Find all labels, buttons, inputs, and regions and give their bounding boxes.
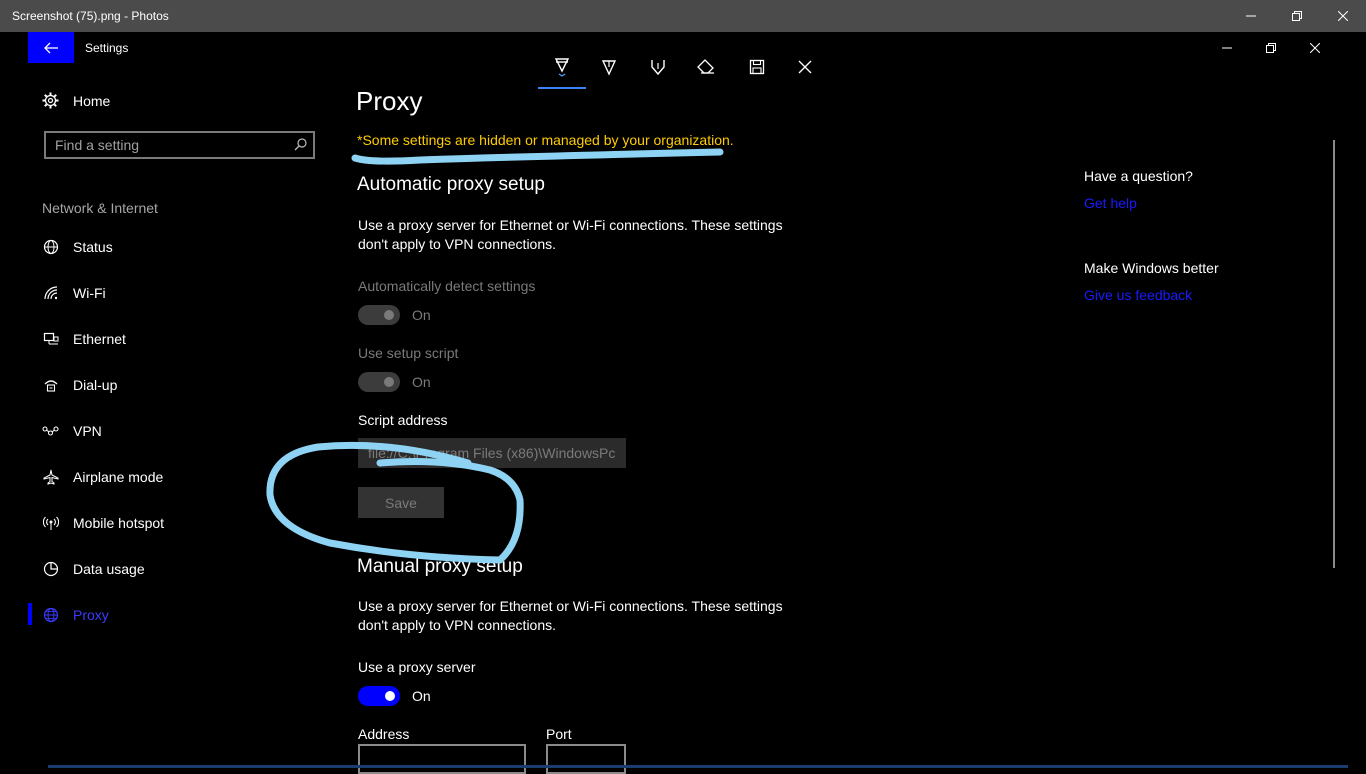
home-label: Home <box>73 92 111 109</box>
page-title: Proxy <box>356 86 423 116</box>
globe-icon <box>43 607 58 623</box>
highlighter-tool[interactable] <box>640 52 676 82</box>
hotspot-icon <box>42 516 59 530</box>
vpn-icon <box>42 426 59 436</box>
pencil-icon <box>601 60 617 76</box>
photos-window-title: Screenshot (75).png - Photos <box>12 9 169 23</box>
auto-detect-toggle[interactable] <box>358 305 400 325</box>
sidebar-item-label: Mobile hotspot <box>73 515 165 531</box>
use-proxy-toggle[interactable] <box>358 686 400 706</box>
sidebar-item-mobile-hotspot[interactable]: Mobile hotspot <box>42 513 164 533</box>
script-address-input[interactable] <box>358 438 626 468</box>
close-icon <box>1338 11 1348 21</box>
sidebar-item-label: Dial-up <box>73 377 118 393</box>
wifi-icon <box>43 286 57 300</box>
sidebar-item-label: Ethernet <box>73 331 126 347</box>
org-managed-notice: *Some settings are hidden or managed by … <box>357 132 734 148</box>
setup-script-label: Use setup script <box>358 345 459 361</box>
save-tool[interactable] <box>739 52 775 82</box>
sidebar-home[interactable]: Home <box>42 92 110 109</box>
pencil-tool[interactable] <box>591 52 627 82</box>
use-proxy-state: On <box>412 688 431 704</box>
ballpoint-pen-tool[interactable] <box>544 52 580 82</box>
auto-detect-state: On <box>412 307 431 323</box>
auto-proxy-description: Use a proxy server for Ethernet or Wi-Fi… <box>358 217 783 252</box>
photos-close-button[interactable] <box>1320 0 1366 32</box>
data-usage-icon <box>43 561 58 577</box>
minimize-icon <box>1222 47 1232 48</box>
settings-title: Settings <box>85 41 129 55</box>
settings-restore-button[interactable] <box>1248 32 1294 63</box>
sidebar-item-wifi[interactable]: Wi-Fi <box>42 283 106 303</box>
ethernet-icon <box>43 332 58 345</box>
sidebar-item-proxy[interactable]: Proxy <box>42 605 109 625</box>
setup-script-toggle-row: On <box>358 372 431 392</box>
eraser-icon <box>697 59 714 74</box>
sidebar-item-label: Status <box>73 239 113 255</box>
ballpoint-pen-icon <box>554 58 570 77</box>
eraser-tool[interactable] <box>688 52 724 82</box>
ink-annotations <box>266 148 724 564</box>
settings-minimize-button[interactable] <box>1204 32 1250 63</box>
photos-minimize-button[interactable] <box>1228 0 1274 32</box>
close-ink-tool[interactable] <box>787 52 823 82</box>
make-windows-better: Make Windows better <box>1084 260 1219 276</box>
sidebar-item-label: Data usage <box>73 561 145 577</box>
restore-icon <box>1266 42 1276 53</box>
sidebar-item-vpn[interactable]: VPN <box>42 421 102 441</box>
close-icon <box>798 60 812 74</box>
setup-script-state: On <box>412 374 431 390</box>
nav-section-header: Network & Internet <box>42 200 158 216</box>
give-feedback-link[interactable]: Give us feedback <box>1084 287 1192 303</box>
port-input[interactable] <box>546 744 626 774</box>
sidebar-item-label: Airplane mode <box>73 469 164 485</box>
photos-titlebar <box>0 0 1366 32</box>
manual-proxy-description: Use a proxy server for Ethernet or Wi-Fi… <box>358 598 783 633</box>
search-input[interactable] <box>46 133 295 157</box>
gear-icon <box>42 92 59 109</box>
address-label: Address <box>358 726 410 742</box>
sidebar-item-dialup[interactable]: Dial-up <box>42 375 117 395</box>
back-arrow-icon <box>44 42 58 53</box>
sidebar-item-label: Wi-Fi <box>73 285 106 301</box>
auto-detect-label: Automatically detect settings <box>358 278 536 294</box>
dialup-icon <box>44 380 57 392</box>
address-input[interactable] <box>358 744 526 774</box>
globe-status-icon <box>43 239 58 255</box>
active-nav-indicator <box>28 603 32 625</box>
scrollbar[interactable] <box>1333 140 1335 568</box>
sidebar-item-label: VPN <box>73 423 102 439</box>
script-address-label: Script address <box>358 412 448 428</box>
use-proxy-label: Use a proxy server <box>358 659 476 675</box>
restore-icon <box>1292 11 1302 21</box>
highlighter-icon <box>651 60 665 76</box>
ink-underline-stroke <box>351 148 724 165</box>
airplane-icon <box>43 469 58 485</box>
sidebar-item-airplane-mode[interactable]: Airplane mode <box>42 467 163 487</box>
sidebar-item-data-usage[interactable]: Data usage <box>42 559 145 579</box>
auto-detect-toggle-row: On <box>358 305 431 325</box>
port-label: Port <box>546 726 572 742</box>
photos-restore-button[interactable] <box>1274 0 1320 32</box>
use-proxy-toggle-row: On <box>358 686 431 706</box>
minimize-icon <box>1246 15 1256 17</box>
manual-proxy-heading: Manual proxy setup <box>357 556 523 577</box>
search-box[interactable] <box>44 131 315 159</box>
auto-proxy-heading: Automatic proxy setup <box>357 174 545 195</box>
sidebar-item-ethernet[interactable]: Ethernet <box>42 329 126 349</box>
active-tool-indicator <box>538 87 586 89</box>
sidebar-item-label: Proxy <box>73 607 109 623</box>
save-button[interactable]: Save <box>358 487 444 518</box>
save-icon <box>749 59 765 75</box>
settings-close-button[interactable] <box>1292 32 1338 63</box>
get-help-link[interactable]: Get help <box>1084 195 1137 211</box>
help-question: Have a question? <box>1084 168 1193 184</box>
setup-script-toggle[interactable] <box>358 372 400 392</box>
back-button[interactable] <box>28 32 74 63</box>
search-icon <box>294 138 307 151</box>
sidebar-item-status[interactable]: Status <box>42 237 113 257</box>
close-icon <box>1310 42 1320 53</box>
